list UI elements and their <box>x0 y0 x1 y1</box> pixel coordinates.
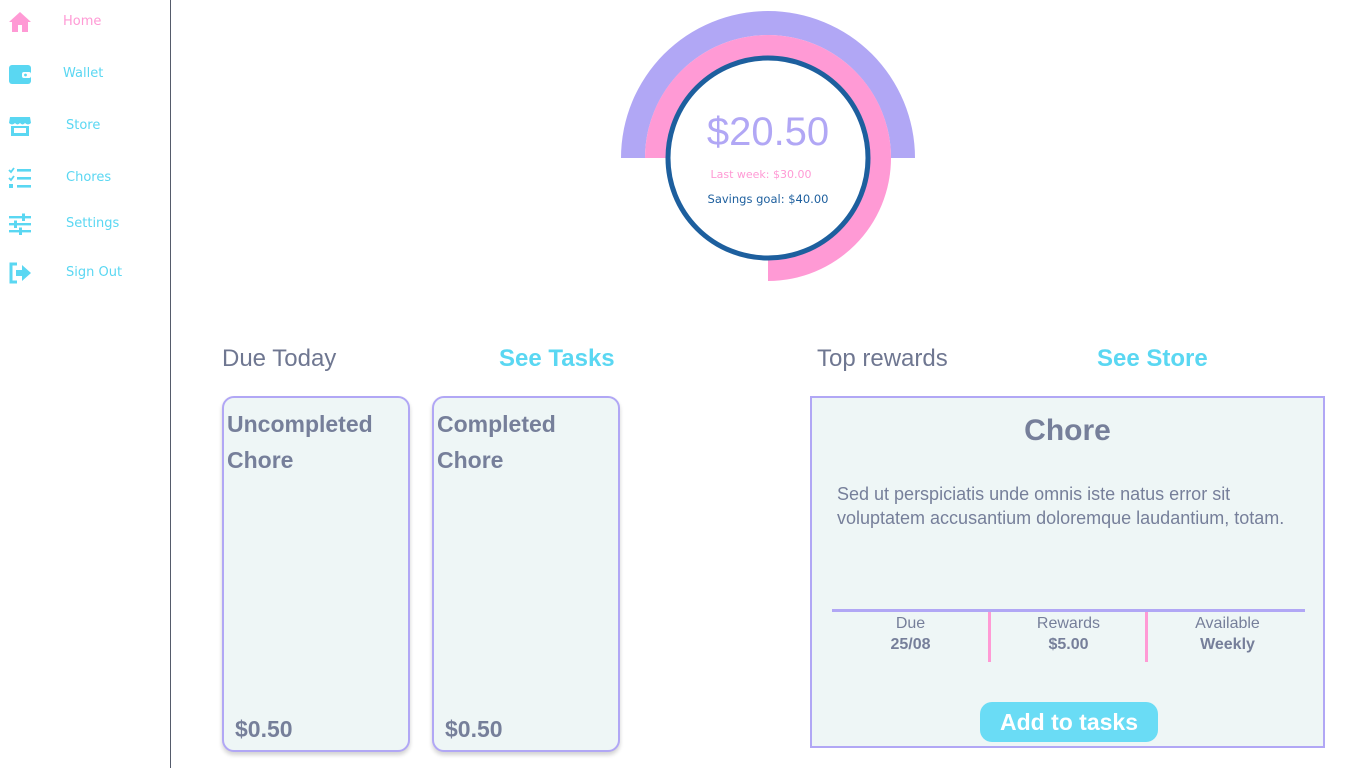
store-icon <box>8 115 32 137</box>
last-week-label: Last week: $30.00 <box>710 168 812 181</box>
sidebar-item-store[interactable]: Store <box>0 106 170 146</box>
reward-description: Sed ut perspiciatis unde omnis iste natu… <box>837 484 1285 528</box>
stat-label: Available <box>1195 615 1260 632</box>
see-tasks-link[interactable]: See Tasks <box>499 345 615 373</box>
stat-due: Due 25/08 <box>832 614 989 660</box>
savings-goal-label: Savings goal: $40.00 <box>707 192 829 206</box>
home-icon <box>8 11 32 33</box>
gauge-inner-circle <box>665 55 871 261</box>
add-to-tasks-button[interactable]: Add to tasks <box>980 702 1158 742</box>
sidebar-item-label: Settings <box>66 216 120 231</box>
reward-card: Chore Sed ut perspiciatis unde omnis ist… <box>810 396 1325 748</box>
sidebar-item-chores[interactable]: Chores <box>0 158 170 198</box>
chore-card-completed[interactable]: Completed Chore $0.50 <box>432 396 620 752</box>
top-rewards-title: Top rewards <box>817 345 948 372</box>
sidebar-item-label: Chores <box>66 170 112 185</box>
stat-value: $5.00 <box>1048 636 1089 653</box>
chore-title: Completed Chore <box>437 411 556 473</box>
checklist-icon <box>8 167 32 189</box>
chore-price: $0.50 <box>445 716 503 742</box>
sign-out-icon <box>8 262 32 284</box>
sidebar-item-sign-out[interactable]: Sign Out <box>0 253 170 293</box>
wallet-icon <box>8 63 32 85</box>
chore-price: $0.50 <box>235 716 293 742</box>
savings-gauge: $20.50 Last week: $30.00 Savings goal: $… <box>620 10 916 285</box>
sidebar-item-label: Sign Out <box>66 265 123 280</box>
divider <box>832 609 1305 612</box>
chore-title: Uncompleted Chore <box>227 411 373 473</box>
due-today-title: Due Today <box>222 345 337 372</box>
stat-label: Due <box>895 615 926 632</box>
sidebar-item-label: Wallet <box>63 66 104 81</box>
sidebar-item-home[interactable]: Home <box>0 2 170 42</box>
sidebar-item-label: Store <box>66 118 101 133</box>
chore-card-uncompleted[interactable]: Uncompleted Chore $0.50 <box>222 396 410 752</box>
sidebar-item-wallet[interactable]: Wallet <box>0 54 170 94</box>
balance-amount: $20.50 <box>706 110 830 154</box>
stat-label: Rewards <box>1036 615 1101 632</box>
sidebar-item-settings[interactable]: Settings <box>0 204 170 244</box>
stat-value: Weekly <box>1200 636 1255 653</box>
stat-available: Available Weekly <box>1149 614 1306 660</box>
stat-rewards: Rewards $5.00 <box>990 614 1147 660</box>
sidebar: Home Wallet Store Chores Settings Sign O… <box>0 0 171 768</box>
stat-value: 25/08 <box>890 636 931 653</box>
stat-separator <box>1145 612 1148 662</box>
reward-title: Chore <box>1024 414 1111 447</box>
see-store-link[interactable]: See Store <box>1097 345 1208 373</box>
sliders-icon <box>8 213 32 235</box>
sidebar-item-label: Home <box>63 14 102 29</box>
